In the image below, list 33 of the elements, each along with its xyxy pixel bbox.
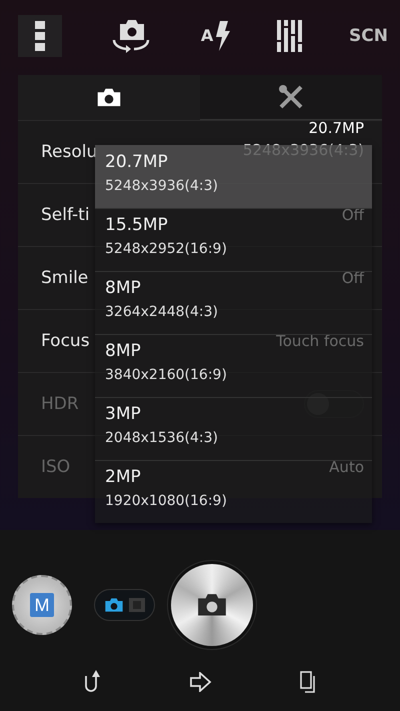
menu-button[interactable] — [18, 14, 62, 56]
mode-dial[interactable]: M — [12, 575, 72, 635]
resolution-option[interactable]: 3MP 2048x1536(4:3) — [95, 397, 372, 460]
video-icon — [128, 597, 146, 613]
menu-icon — [34, 20, 46, 50]
back-icon — [84, 670, 102, 694]
setting-value: Auto — [329, 458, 364, 476]
setting-label: ISO — [41, 457, 70, 477]
sliders-icon — [276, 20, 303, 52]
home-button[interactable] — [190, 672, 212, 692]
shutter-button[interactable] — [171, 564, 253, 646]
setting-label: Focus — [41, 331, 90, 351]
capture-mode-switch[interactable] — [94, 589, 155, 621]
setting-label: HDR — [41, 394, 79, 414]
camera-icon — [96, 86, 122, 108]
setting-label: Smile — [41, 268, 88, 288]
flash-icon — [214, 20, 230, 50]
setting-label: Resolu — [41, 142, 98, 162]
scene-button[interactable]: SCN — [349, 26, 388, 46]
setting-value: Touch focus — [276, 332, 364, 350]
camera-icon — [196, 592, 228, 618]
back-button[interactable] — [84, 670, 102, 694]
recent-apps-icon — [300, 670, 316, 692]
setting-label: Self-ti — [41, 205, 90, 225]
flash-button[interactable]: A — [200, 20, 230, 50]
recent-apps-button[interactable] — [300, 670, 316, 692]
setting-value: Off — [342, 206, 364, 224]
setting-value: Off — [342, 269, 364, 287]
arrow-icon — [190, 672, 212, 692]
setting-value: 20.7MP — [308, 119, 364, 137]
adjustments-button[interactable] — [276, 20, 303, 52]
camera-icon — [104, 597, 124, 613]
tools-icon — [278, 84, 304, 110]
